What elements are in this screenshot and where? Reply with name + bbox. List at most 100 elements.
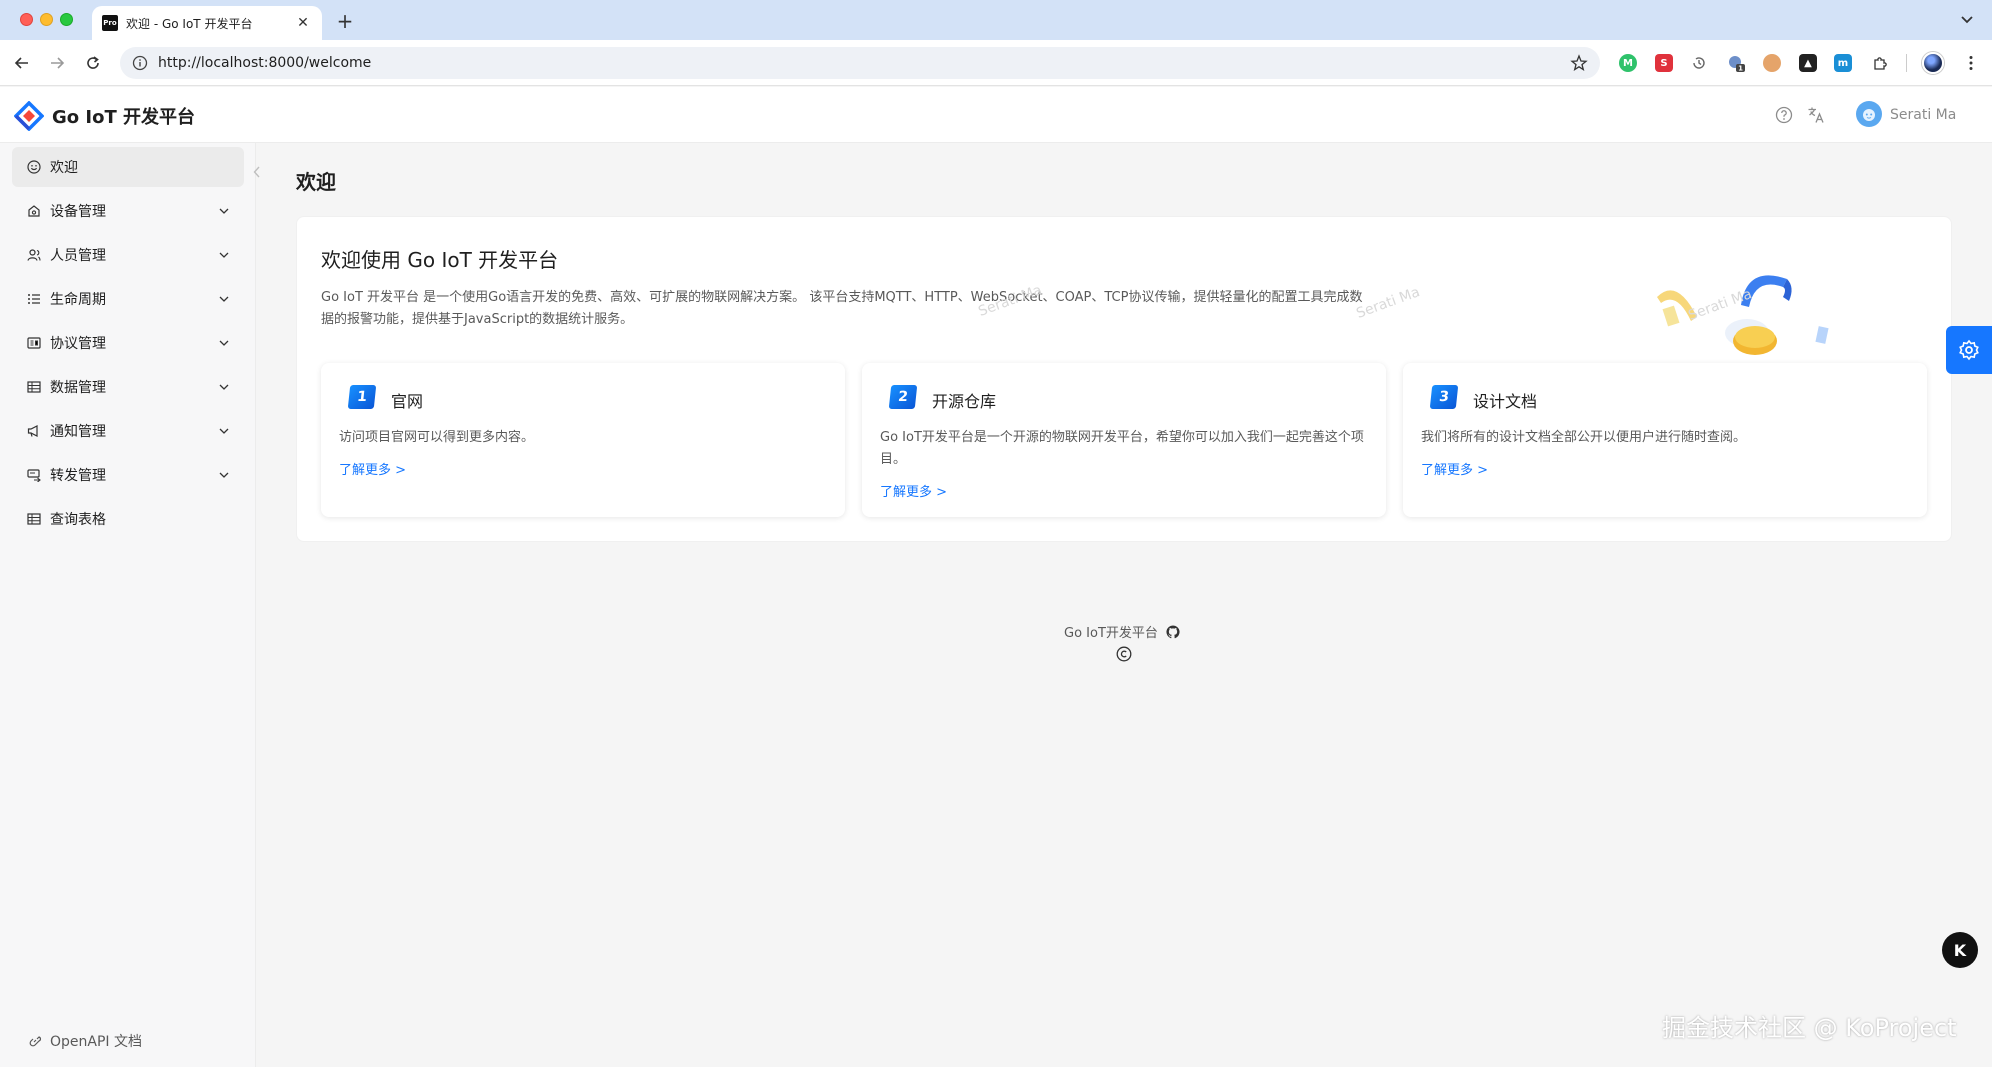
sidebar-item-label: 通知管理: [50, 424, 106, 440]
smile-icon: [26, 159, 42, 175]
learn-more-link[interactable]: 了解更多 >: [339, 459, 406, 478]
tab-close-icon[interactable]: ✕: [294, 15, 312, 31]
site-info-icon[interactable]: [132, 55, 148, 71]
feature-number-badge: 1: [347, 385, 377, 409]
device-icon: [26, 203, 42, 219]
browser-menu-icon[interactable]: [1962, 54, 1980, 72]
sidebar-item-label: 转发管理: [50, 468, 106, 484]
chevron-down-icon: [218, 293, 230, 305]
sidebar-item-query-table[interactable]: 查询表格: [12, 499, 244, 539]
footer-text[interactable]: Go IoT开发平台: [1064, 622, 1158, 641]
sidebar-collapse-icon[interactable]: [248, 163, 266, 181]
feature-card-website[interactable]: 1 官网 访问项目官网可以得到更多内容。 了解更多 >: [321, 363, 845, 517]
browser-tab-strip: Pro 欢迎 - Go IoT 开发平台 ✕ +: [0, 0, 1992, 40]
table-icon: [26, 379, 42, 395]
gear-icon: [1958, 339, 1980, 361]
openapi-label: OpenAPI 文档: [50, 1034, 142, 1050]
language-translate-icon[interactable]: [1806, 105, 1826, 125]
forward-arrow-icon[interactable]: [45, 51, 69, 75]
floating-k-button[interactable]: K: [1942, 932, 1978, 968]
user-icon: [26, 247, 42, 263]
feature-title: 开源仓库: [932, 392, 997, 411]
chevron-down-icon: [218, 469, 230, 481]
app-header: Go IoT 开发平台 Serati Ma: [0, 87, 1992, 143]
back-arrow-icon[interactable]: [10, 51, 34, 75]
feature-description: 我们将所有的设计文档全部公开以便用户进行随时查阅。: [1421, 430, 1747, 445]
protocol-icon: [26, 335, 42, 351]
extension-green-icon[interactable]: M: [1619, 54, 1637, 72]
help-question-icon[interactable]: [1774, 105, 1794, 125]
bookmark-star-icon[interactable]: [1570, 54, 1588, 72]
extension-translate-icon[interactable]: 1: [1727, 54, 1745, 72]
user-avatar[interactable]: [1856, 101, 1882, 127]
decorative-illustration: [1657, 275, 1829, 355]
window-maximize-button[interactable]: [60, 13, 73, 26]
window-close-button[interactable]: [20, 13, 33, 26]
chevron-down-icon: [218, 205, 230, 217]
sidebar-item-label: 查询表格: [50, 512, 106, 528]
sidebar-item-label: 协议管理: [50, 336, 106, 352]
url-text[interactable]: http://localhost:8000/welcome: [158, 55, 1570, 71]
sidebar-item-label: 欢迎: [50, 160, 78, 176]
openapi-docs-link[interactable]: OpenAPI 文档: [28, 1031, 142, 1051]
sidebar-item-welcome[interactable]: 欢迎: [12, 147, 244, 187]
welcome-card: 欢迎使用 Go IoT 开发平台 Go IoT 开发平台 是一个使用Go语言开发…: [296, 216, 1952, 542]
extension-red-s-icon[interactable]: S: [1655, 54, 1673, 72]
sidebar-item-label: 数据管理: [50, 380, 106, 396]
github-icon[interactable]: [1166, 624, 1180, 639]
table-icon: [26, 511, 42, 527]
tab-favicon-icon: Pro: [102, 15, 118, 31]
extension-orange-icon[interactable]: [1763, 54, 1781, 72]
feature-number-badge: 3: [1429, 385, 1459, 409]
chevron-down-icon: [218, 381, 230, 393]
new-tab-button[interactable]: +: [334, 9, 356, 33]
page-title: 欢迎: [296, 170, 336, 194]
footer: Go IoT开发平台: [1064, 622, 1180, 641]
browser-tab[interactable]: Pro 欢迎 - Go IoT 开发平台 ✕: [92, 6, 322, 40]
welcome-title: 欢迎使用 Go IoT 开发平台: [321, 248, 559, 272]
sidebar-item-notification-management[interactable]: 通知管理: [12, 411, 244, 451]
sidebar-item-lifecycle[interactable]: 生命周期: [12, 279, 244, 319]
window-minimize-button[interactable]: [40, 13, 53, 26]
feature-description: Go IoT开发平台是一个开源的物联网开发平台，希望你可以加入我们一起完善这个项…: [880, 430, 1364, 467]
feature-title: 设计文档: [1473, 392, 1538, 411]
chevron-down-icon: [218, 249, 230, 261]
sidebar-item-personnel-management[interactable]: 人员管理: [12, 235, 244, 275]
feature-card-design-docs[interactable]: 3 设计文档 我们将所有的设计文档全部公开以便用户进行随时查阅。 了解更多 >: [1403, 363, 1927, 517]
tab-search-chevron-icon[interactable]: [1956, 11, 1978, 29]
sidebar-item-forward-management[interactable]: 转发管理: [12, 455, 244, 495]
feature-description: 访问项目官网可以得到更多内容。: [339, 430, 535, 445]
toolbar-separator: [1906, 54, 1907, 72]
app-logo-icon[interactable]: [14, 101, 44, 131]
sidebar-item-label: 设备管理: [50, 204, 106, 220]
user-name[interactable]: Serati Ma: [1890, 107, 1956, 123]
sidebar-item-label: 生命周期: [50, 292, 106, 308]
welcome-description: Go IoT 开发平台 是一个使用Go语言开发的免费、高效、可扩展的物联网解决方…: [321, 290, 1363, 327]
settings-drawer-button[interactable]: [1946, 326, 1992, 374]
chevron-down-icon: [218, 337, 230, 349]
learn-more-link[interactable]: 了解更多 >: [1421, 459, 1488, 478]
sidebar-item-data-management[interactable]: 数据管理: [12, 367, 244, 407]
feature-card-repository[interactable]: 2 开源仓库 Go IoT开发平台是一个开源的物联网开发平台，希望你可以加入我们…: [862, 363, 1386, 517]
browser-profile-avatar[interactable]: [1922, 52, 1944, 74]
reload-icon[interactable]: [81, 51, 105, 75]
extensions-puzzle-icon[interactable]: [1871, 54, 1889, 72]
history-icon[interactable]: [1690, 54, 1708, 72]
sidebar-item-label: 人员管理: [50, 248, 106, 264]
app-title[interactable]: Go IoT 开发平台: [52, 103, 195, 129]
extension-a-icon[interactable]: ▲: [1799, 54, 1817, 72]
extension-m-icon[interactable]: m: [1834, 54, 1852, 72]
copyright-icon: [1116, 646, 1132, 662]
link-icon: [28, 1034, 42, 1048]
svg-text:1: 1: [1738, 65, 1743, 73]
forward-icon: [26, 467, 42, 483]
address-bar[interactable]: http://localhost:8000/welcome: [120, 47, 1600, 79]
corner-watermark: 掘金技术社区 @ KoProject: [1662, 1014, 1957, 1042]
chevron-down-icon: [218, 425, 230, 437]
sidebar-item-device-management[interactable]: 设备管理: [12, 191, 244, 231]
feature-title: 官网: [391, 392, 424, 411]
sidebar: 欢迎 设备管理 人员管理 生命周期 协议管理 数据管理 通知管理 转发管理 查询…: [0, 143, 260, 1067]
sidebar-item-protocol-management[interactable]: 协议管理: [12, 323, 244, 363]
feature-number-badge: 2: [888, 385, 918, 409]
learn-more-link[interactable]: 了解更多 >: [880, 481, 947, 500]
